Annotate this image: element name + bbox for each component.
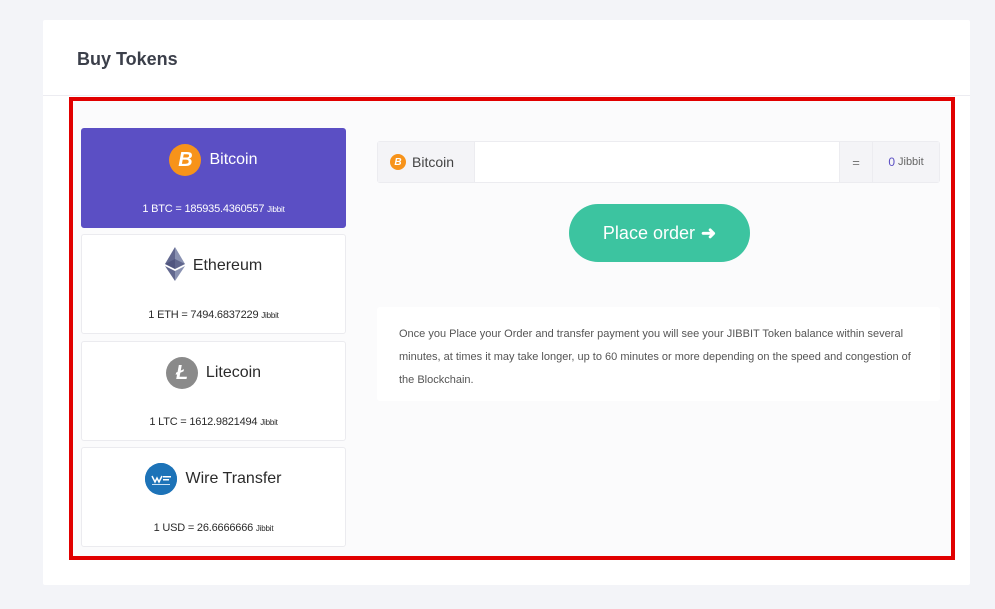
order-info-text: Once you Place your Order and transfer p… (377, 307, 940, 401)
result-value: 0 (888, 155, 895, 169)
bitcoin-icon: B (390, 154, 406, 170)
title-divider (43, 95, 970, 96)
place-order-button[interactable]: Place order ➜ (569, 204, 750, 262)
currency-prefix: B Bitcoin (378, 142, 475, 182)
coin-rate: 1 USD = 26.6666666 Jibbit (153, 522, 274, 534)
amount-calculator: B Bitcoin = 0 Jibbit (377, 141, 940, 183)
ethereum-icon (164, 246, 185, 286)
coin-rate: 1 LTC = 1612.9821494 Jibbit (149, 416, 278, 428)
coin-name: Bitcoin (209, 151, 258, 168)
arrow-right-icon: ➜ (700, 222, 717, 243)
currency-label: Bitcoin (412, 154, 455, 170)
coin-option-bitcoin[interactable]: B Bitcoin 1 BTC = 185935.4360557 Jibbit (81, 128, 346, 228)
coin-rate: 1 BTC = 185935.4360557 Jibbit (142, 203, 285, 215)
coin-option-wire-transfer[interactable]: Wire Transfer 1 USD = 26.6666666 Jibbit (81, 447, 346, 547)
litecoin-icon: Ł (165, 357, 198, 389)
result-unit: Jibbit (898, 156, 924, 168)
equals-sign: = (839, 142, 872, 182)
wire-transfer-icon (145, 463, 178, 495)
bitcoin-icon: B (169, 144, 202, 176)
coin-option-ethereum[interactable]: Ethereum 1 ETH = 7494.6837229 Jibbit (81, 234, 346, 334)
coin-rate: 1 ETH = 7494.6837229 Jibbit (148, 309, 279, 321)
page-title: Buy Tokens (77, 49, 178, 69)
coin-name: Ethereum (192, 257, 263, 274)
purchase-panel: B Bitcoin 1 BTC = 185935.4360557 Jibbit … (69, 97, 955, 560)
coin-name: Litecoin (205, 364, 262, 381)
coin-name: Wire Transfer (185, 470, 282, 487)
token-result: 0 Jibbit (872, 142, 939, 182)
amount-input[interactable] (475, 142, 839, 182)
coin-option-litecoin[interactable]: Ł Litecoin 1 LTC = 1612.9821494 Jibbit (81, 341, 346, 441)
